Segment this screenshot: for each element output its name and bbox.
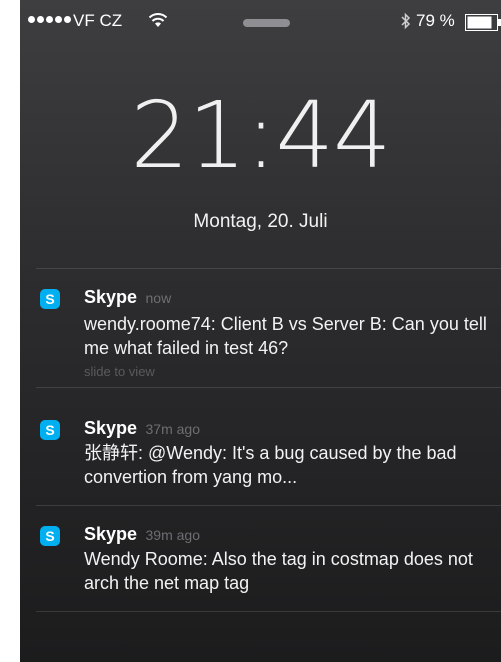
notification-item[interactable]: S Skype 39m ago Wendy Roome: Also the ta…	[20, 510, 501, 610]
notification-app-name: Skype	[84, 524, 138, 544]
notification-message: 张静轩: @Wendy: It's a bug caused by the ba…	[84, 443, 457, 487]
divider	[36, 611, 501, 612]
lockscreen-date: Montag, 20. Juli	[193, 211, 328, 232]
lock-screen: VF CZ 79 % 21:44 Montag, 20. Juli S Skyp…	[20, 0, 501, 662]
notification-item[interactable]: S Skype 37m ago 张静轩: @Wendy: It's a bug …	[20, 392, 501, 492]
notification-center-grabber[interactable]	[243, 19, 290, 27]
notification-time: 37m ago	[145, 421, 200, 437]
skype-app-icon: S	[40, 526, 60, 546]
divider	[36, 268, 501, 269]
notification-app-name: Skype	[84, 418, 138, 438]
notification-time: now	[145, 290, 172, 306]
skype-app-icon: S	[40, 420, 60, 440]
carrier-name: VF CZ	[73, 11, 123, 30]
notification-item[interactable]: S Skype now wendy.roome74: Client B vs S…	[20, 283, 501, 383]
wifi-icon	[148, 13, 168, 27]
notification-message: Wendy Roome: Also the tag in costmap doe…	[84, 549, 473, 593]
notification-message: wendy.roome74: Client B vs Server B: Can…	[84, 314, 487, 358]
lockscreen-clock: 21:44	[130, 82, 391, 189]
battery-percentage: 79 %	[416, 11, 455, 30]
skype-app-icon: S	[40, 289, 60, 309]
notification-time: 39m ago	[145, 527, 200, 543]
slide-to-view-hint: slide to view	[84, 364, 155, 379]
notification-app-name: Skype	[84, 287, 138, 307]
bluetooth-icon	[401, 12, 411, 30]
battery-icon	[465, 14, 501, 31]
divider	[36, 387, 501, 388]
status-bar: VF CZ 79 %	[20, 0, 501, 46]
divider	[36, 505, 501, 506]
signal-strength-icon	[28, 16, 71, 23]
